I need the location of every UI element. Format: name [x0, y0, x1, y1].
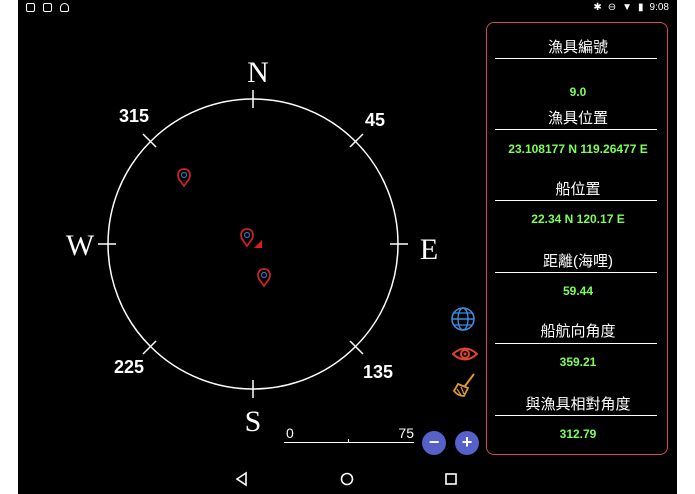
heading-label: 船航向角度: [540, 323, 616, 340]
cardinal-west: W: [66, 229, 95, 262]
scale-min-label: 0: [286, 425, 294, 441]
navigation-bar: [18, 464, 677, 494]
info-panel: 漁具編號 9.0 漁具位置 23.108177 N 119.26477 E 船位…: [486, 22, 668, 455]
ship-position-label: 船位置: [555, 181, 601, 198]
cardinal-south: S: [245, 405, 262, 438]
tick-225: [142, 340, 157, 355]
home-icon[interactable]: [338, 470, 356, 488]
map-pin-icon[interactable]: [257, 268, 271, 288]
eye-icon[interactable]: [452, 341, 478, 367]
cardinal-east: E: [420, 233, 438, 266]
status-time: 9:08: [649, 2, 669, 13]
dnd-icon: ⊖: [607, 2, 617, 13]
gear-position-value: 23.108177 N 119.26477 E: [508, 142, 648, 156]
gear-id-label: 漁具編號: [547, 39, 608, 56]
ship-triangle-icon: [254, 240, 262, 248]
battery-icon: ▮: [638, 2, 644, 13]
ship-position-row: 船位置 22.34 N 120.17 E: [487, 181, 669, 226]
globe-icon[interactable]: [450, 306, 476, 332]
distance-label: 距離(海哩): [543, 253, 613, 270]
zoom-in-button[interactable]: +: [455, 431, 479, 455]
tick-135: [349, 340, 364, 355]
distance-row: 距離(海哩) 59.44: [487, 253, 669, 298]
app-screen: ✱ ⊖ ▼ ▮ 9:08 N E S W 45 135 225 315 漁具編號…: [18, 0, 677, 494]
broom-icon[interactable]: [452, 372, 478, 398]
cardinal-north: N: [247, 56, 269, 89]
tick-45: [349, 133, 364, 148]
scale-line: [284, 442, 414, 443]
wifi-icon: ▼: [622, 2, 633, 13]
distance-value: 59.44: [562, 284, 594, 298]
bluetooth-icon: ✱: [593, 2, 602, 13]
gear-id-row: 漁具編號 9.0: [487, 39, 669, 99]
degree-label-135: 135: [363, 362, 393, 382]
ship-position-value: 22.34 N 120.17 E: [531, 212, 625, 226]
tick-315: [142, 133, 157, 148]
gear-position-row: 漁具位置 23.108177 N 119.26477 E: [487, 110, 669, 156]
gear-position-label: 漁具位置: [547, 110, 608, 127]
scale-max-label: 75: [398, 425, 414, 441]
scale-midtick: [348, 439, 349, 443]
degree-label-315: 315: [119, 106, 149, 126]
heading-value: 359.21: [559, 355, 597, 369]
relative-angle-row: 與漁具相對角度 312.79: [487, 396, 669, 441]
degree-label-45: 45: [365, 110, 385, 130]
relative-angle-value: 312.79: [559, 427, 597, 441]
zoom-out-button[interactable]: −: [422, 431, 446, 455]
gear-id-value: 9.0: [569, 85, 587, 99]
recents-icon[interactable]: [442, 470, 460, 488]
map-pin-icon[interactable]: [177, 168, 191, 188]
map-pin-icon[interactable]: [240, 228, 254, 248]
degree-label-225: 225: [114, 357, 144, 377]
back-icon[interactable]: [233, 470, 251, 488]
heading-row: 船航向角度 359.21: [487, 323, 669, 369]
scale-bar: 0 75: [284, 425, 414, 447]
compass-view[interactable]: N E S W 45 135 225 315: [18, 0, 488, 464]
relative-angle-label: 與漁具相對角度: [525, 396, 631, 413]
